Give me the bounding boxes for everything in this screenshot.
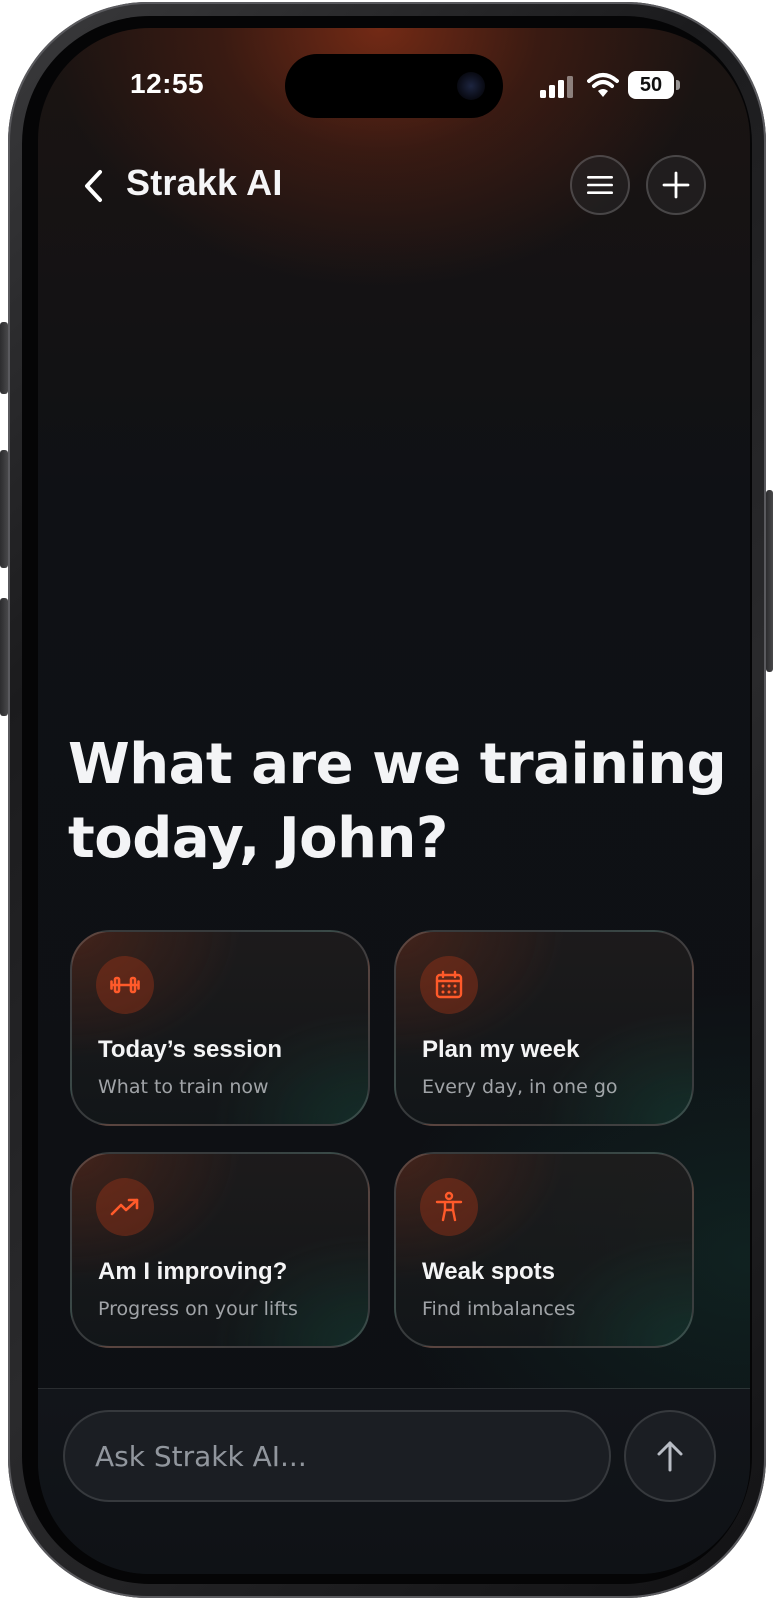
- cellular-signal-icon: [540, 76, 573, 98]
- composer-divider: [38, 1388, 750, 1389]
- card-subtitle: Progress on your lifts: [98, 1298, 298, 1320]
- app-screen: 12:55 50 Strakk AI What are we training …: [38, 28, 750, 1574]
- send-button[interactable]: [624, 1410, 716, 1502]
- suggestion-card-plan-my-week[interactable]: Plan my week Every day, in one go: [394, 930, 694, 1126]
- card-subtitle: What to train now: [98, 1076, 269, 1098]
- dynamic-island: [285, 54, 503, 118]
- arrow-up-icon: [657, 1441, 683, 1472]
- back-button[interactable]: [72, 164, 116, 208]
- card-subtitle: Find imbalances: [422, 1298, 576, 1320]
- action-button: [0, 322, 8, 394]
- hamburger-menu-icon: [587, 176, 613, 194]
- volume-down-button: [0, 598, 8, 716]
- calendar-icon: [435, 970, 463, 999]
- body-figure-icon: [435, 1191, 463, 1222]
- card-icon-badge: [420, 1178, 478, 1236]
- card-title: Today’s session: [98, 1036, 283, 1063]
- chevron-left-icon: [85, 170, 102, 202]
- trending-up-icon: [110, 1198, 139, 1216]
- ask-input[interactable]: [63, 1410, 611, 1502]
- volume-up-button: [0, 450, 8, 568]
- card-icon-badge: [96, 956, 154, 1014]
- card-title: Am I improving?: [98, 1258, 288, 1285]
- card-title: Weak spots: [422, 1258, 555, 1285]
- card-subtitle: Every day, in one go: [422, 1076, 618, 1098]
- plus-icon: [662, 171, 690, 199]
- menu-button[interactable]: [570, 155, 630, 215]
- phone-frame: 12:55 50 Strakk AI What are we training …: [0, 2, 773, 1598]
- battery-icon: 50: [628, 71, 680, 99]
- card-icon-badge: [420, 956, 478, 1014]
- suggestion-card-weak-spots[interactable]: Weak spots Find imbalances: [394, 1152, 694, 1348]
- hero-line-2: today, John?: [68, 806, 448, 871]
- battery-level: 50: [639, 74, 663, 96]
- card-icon-badge: [96, 1178, 154, 1236]
- hero-greeting: What are we training today, John?: [68, 728, 728, 876]
- page-title: Strakk AI: [126, 162, 283, 203]
- suggestion-card-am-i-improving[interactable]: Am I improving? Progress on your lifts: [70, 1152, 370, 1348]
- power-button: [766, 490, 773, 672]
- battery-cap: [676, 80, 680, 90]
- suggestion-card-todays-session[interactable]: Today’s session What to train now: [70, 930, 370, 1126]
- hero-line-1: What are we training: [68, 732, 727, 797]
- status-time: 12:55: [130, 68, 205, 99]
- front-camera: [457, 72, 485, 100]
- wifi-icon: [587, 73, 619, 97]
- dumbbell-icon: [110, 976, 140, 994]
- new-chat-button[interactable]: [646, 155, 706, 215]
- card-title: Plan my week: [422, 1036, 580, 1063]
